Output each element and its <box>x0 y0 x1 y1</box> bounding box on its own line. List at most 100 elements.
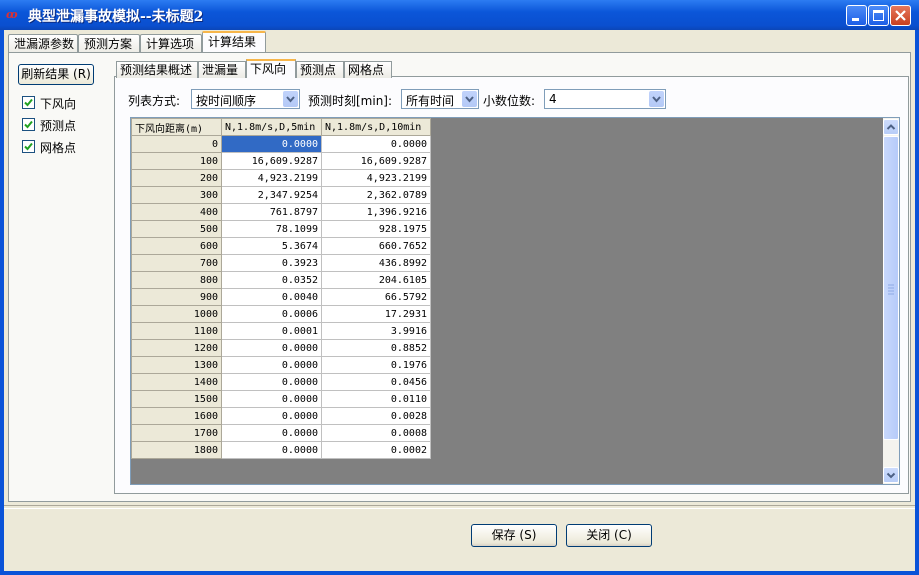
table-row[interactable]: 600 5.3674 660.7652 <box>131 237 431 255</box>
prediction-time-select[interactable]: 所有时间 <box>401 89 479 109</box>
chevron-down-icon[interactable] <box>462 91 477 107</box>
table-row[interactable]: 800 0.0352 204.6105 <box>131 271 431 289</box>
table-row[interactable]: 1800 0.0000 0.0002 <box>131 441 431 459</box>
tab-downwind[interactable]: 下风向 <box>246 59 296 78</box>
row-header-cell[interactable]: 1800 <box>131 441 222 459</box>
close-button[interactable]: 关闭 (C) <box>566 524 652 547</box>
table-row[interactable]: 1000 0.0006 17.2931 <box>131 305 431 323</box>
vertical-scrollbar[interactable] <box>883 118 899 484</box>
table-row[interactable]: 1200 0.0000 0.8852 <box>131 339 431 357</box>
table-cell[interactable]: 16,609.9287 <box>321 152 431 170</box>
table-cell[interactable]: 5.3674 <box>221 237 322 255</box>
tab-prediction-points[interactable]: 预测点 <box>296 61 344 78</box>
column-header[interactable]: N,1.8m/s,D,5min <box>221 118 322 136</box>
table-cell[interactable]: 17.2931 <box>321 305 431 323</box>
table-row[interactable]: 1100 0.0001 3.9916 <box>131 322 431 340</box>
row-header-cell[interactable]: 1200 <box>131 339 222 357</box>
table-cell[interactable]: 0.0000 <box>221 373 322 391</box>
tab-leak-amount[interactable]: 泄漏量 <box>198 61 246 78</box>
table-cell[interactable]: 0.0000 <box>221 339 322 357</box>
row-header-cell[interactable]: 1400 <box>131 373 222 391</box>
table-cell[interactable]: 0.0006 <box>221 305 322 323</box>
row-header-cell[interactable]: 800 <box>131 271 222 289</box>
table-cell[interactable]: 0.0000 <box>221 441 322 459</box>
checkbox-box[interactable] <box>22 96 35 109</box>
table-cell[interactable]: 2,362.0789 <box>321 186 431 204</box>
row-header-cell[interactable]: 900 <box>131 288 222 306</box>
row-header-cell[interactable]: 200 <box>131 169 222 187</box>
tab-prediction-plan[interactable]: 预测方案 <box>78 34 140 53</box>
table-cell[interactable]: 436.8992 <box>321 254 431 272</box>
table-cell[interactable]: 0.3923 <box>221 254 322 272</box>
table-cell[interactable]: 66.5792 <box>321 288 431 306</box>
table-row[interactable]: 500 78.1099 928.1975 <box>131 220 431 238</box>
table-cell[interactable]: 204.6105 <box>321 271 431 289</box>
table-row[interactable]: 1600 0.0000 0.0028 <box>131 407 431 425</box>
row-header-cell[interactable]: 0 <box>131 135 222 153</box>
row-header-cell[interactable]: 1700 <box>131 424 222 442</box>
table-cell[interactable]: 4,923.2199 <box>321 169 431 187</box>
table-row[interactable]: 1700 0.0000 0.0008 <box>131 424 431 442</box>
table-row[interactable]: 1400 0.0000 0.0456 <box>131 373 431 391</box>
table-row[interactable]: 300 2,347.9254 2,362.0789 <box>131 186 431 204</box>
table-cell[interactable]: 16,609.9287 <box>221 152 322 170</box>
close-window-button[interactable] <box>890 5 911 26</box>
tab-calc-results[interactable]: 计算结果 <box>202 31 266 53</box>
row-header-cell[interactable]: 1000 <box>131 305 222 323</box>
table-cell[interactable]: 0.0000 <box>221 424 322 442</box>
tab-leak-source[interactable]: 泄漏源参数 <box>8 34 78 53</box>
save-button[interactable]: 保存 (S) <box>471 524 557 547</box>
table-cell[interactable]: 78.1099 <box>221 220 322 238</box>
tab-grid-points[interactable]: 网格点 <box>344 61 392 78</box>
table-cell[interactable]: 0.0040 <box>221 288 322 306</box>
table-cell[interactable]: 928.1975 <box>321 220 431 238</box>
table-cell[interactable]: 0.0352 <box>221 271 322 289</box>
title-bar[interactable]: ꝏ 典型泄漏事故模拟--未标题2 <box>0 0 919 30</box>
row-header-cell[interactable]: 1600 <box>131 407 222 425</box>
table-cell[interactable]: 0.0028 <box>321 407 431 425</box>
maximize-button[interactable] <box>868 5 889 26</box>
scroll-up-button[interactable] <box>883 119 899 135</box>
table-row[interactable]: 200 4,923.2199 4,923.2199 <box>131 169 431 187</box>
table-cell[interactable]: 0.0008 <box>321 424 431 442</box>
table-row[interactable]: 900 0.0040 66.5792 <box>131 288 431 306</box>
row-header-cell[interactable]: 1100 <box>131 322 222 340</box>
row-header-cell[interactable]: 1500 <box>131 390 222 408</box>
table-cell[interactable]: 0.0001 <box>221 322 322 340</box>
table-cell[interactable]: 3.9916 <box>321 322 431 340</box>
row-header-cell[interactable]: 600 <box>131 237 222 255</box>
chevron-down-icon[interactable] <box>283 91 298 107</box>
table-row[interactable]: 1500 0.0000 0.0110 <box>131 390 431 408</box>
tab-result-overview[interactable]: 预测结果概述 <box>116 61 198 78</box>
row-header-cell[interactable]: 1300 <box>131 356 222 374</box>
table-cell[interactable]: 0.0000 <box>221 356 322 374</box>
table-row[interactable]: 400 761.8797 1,396.9216 <box>131 203 431 221</box>
table-cell[interactable]: 761.8797 <box>221 203 322 221</box>
table-cell[interactable]: 0.0000 <box>221 390 322 408</box>
table-cell[interactable]: 0.0002 <box>321 441 431 459</box>
scroll-thumb[interactable] <box>883 136 899 440</box>
table-cell[interactable]: 660.7652 <box>321 237 431 255</box>
column-header[interactable]: N,1.8m/s,D,10min <box>321 118 431 136</box>
table-cell[interactable]: 0.0000 <box>321 135 431 153</box>
table-row[interactable]: 700 0.3923 436.8992 <box>131 254 431 272</box>
chevron-down-icon[interactable] <box>649 91 664 107</box>
table-row[interactable]: 1300 0.0000 0.1976 <box>131 356 431 374</box>
table-cell[interactable]: 0.0000 <box>221 135 322 153</box>
table-cell[interactable]: 2,347.9254 <box>221 186 322 204</box>
table-row[interactable]: 0 0.0000 0.0000 <box>131 135 431 153</box>
list-mode-select[interactable]: 按时间顺序 <box>191 89 300 109</box>
scroll-down-button[interactable] <box>883 467 899 483</box>
decimals-select[interactable]: 4 <box>544 89 666 109</box>
row-header-cell[interactable]: 400 <box>131 203 222 221</box>
checkbox-box[interactable] <box>22 118 35 131</box>
table-cell[interactable]: 4,923.2199 <box>221 169 322 187</box>
row-header-cell[interactable]: 100 <box>131 152 222 170</box>
column-header[interactable]: 下风向距离(m) <box>131 118 222 136</box>
table-cell[interactable]: 0.0456 <box>321 373 431 391</box>
row-header-cell[interactable]: 700 <box>131 254 222 272</box>
refresh-results-button[interactable]: 刷新结果 (R) <box>18 64 94 85</box>
table-cell[interactable]: 0.0110 <box>321 390 431 408</box>
minimize-button[interactable] <box>846 5 867 26</box>
table-row[interactable]: 100 16,609.9287 16,609.9287 <box>131 152 431 170</box>
